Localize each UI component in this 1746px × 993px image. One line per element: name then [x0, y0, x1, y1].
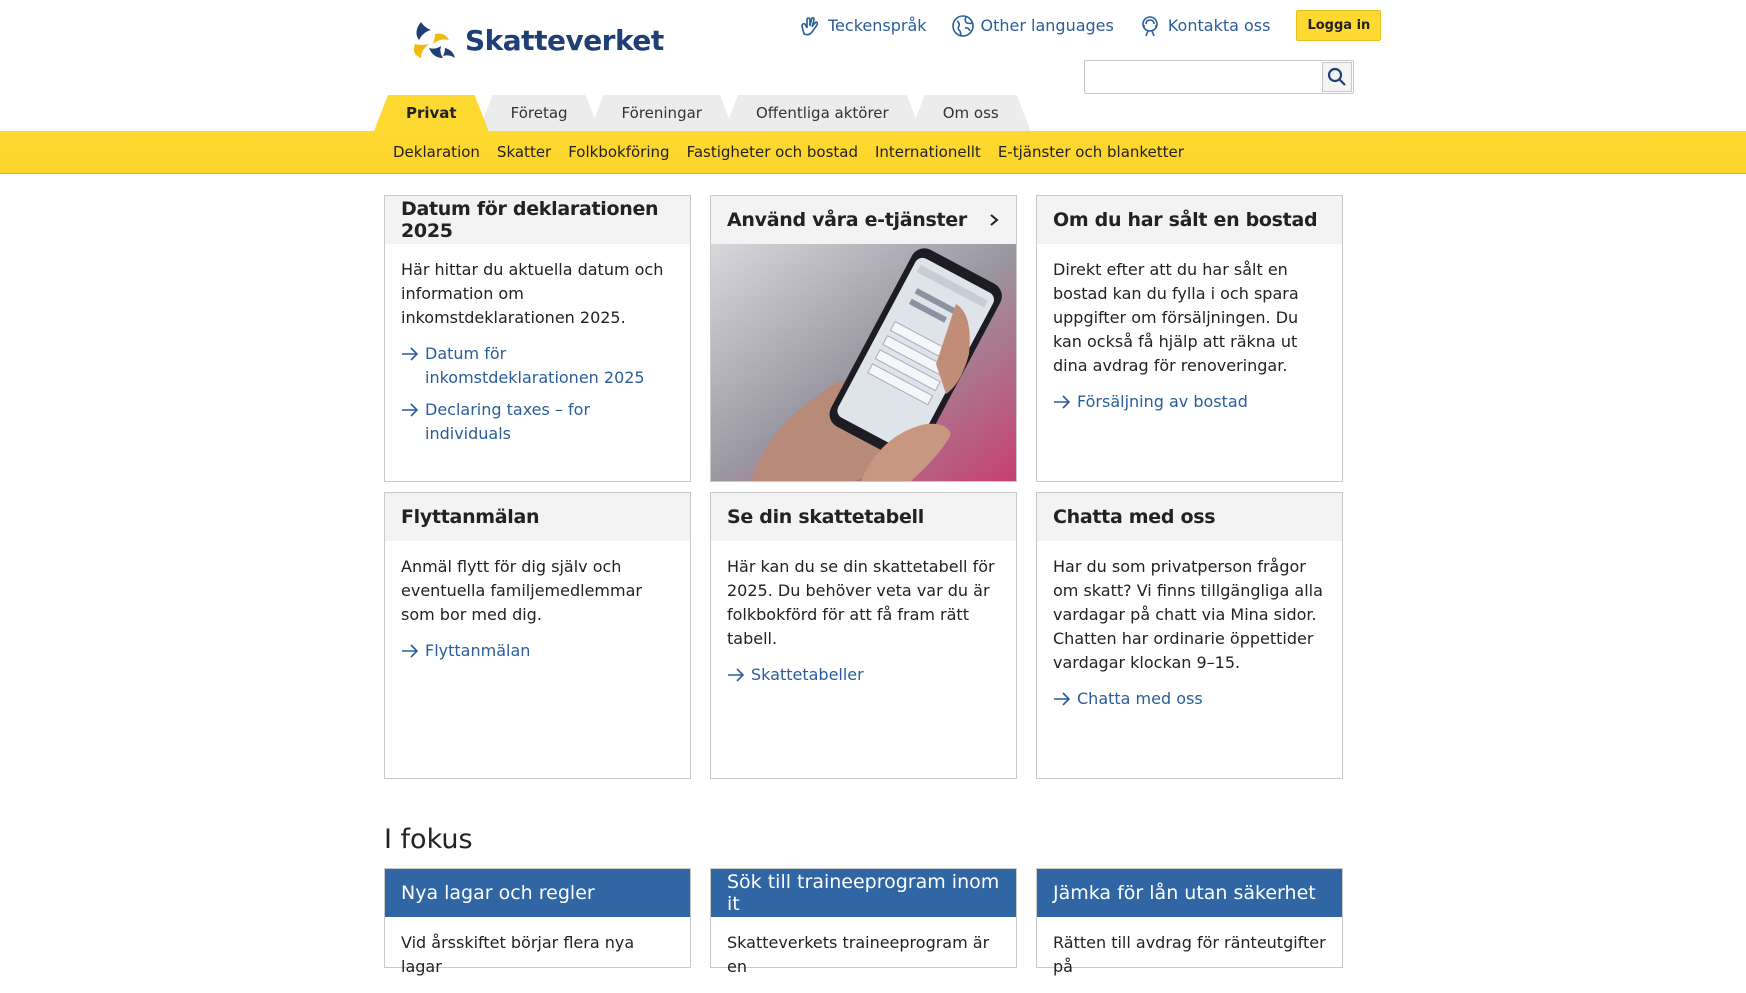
fokus-card-title: Sök till traineeprogram inom it: [727, 871, 1000, 915]
search-icon: [1327, 67, 1346, 86]
other-languages-link[interactable]: Other languages: [951, 12, 1114, 40]
card-salt-bostad: Om du har sålt en bostad Direkt efter at…: [1036, 195, 1343, 482]
card-link-label: Datum för inkomstdeklarationen 2025: [425, 344, 645, 387]
fokus-heading: I fokus: [384, 824, 473, 855]
card-chatta: Chatta med oss Har du som privatperson f…: [1036, 492, 1343, 779]
fokus-card[interactable]: Jämka för lån utan säkerhet Rätten till …: [1036, 868, 1343, 976]
fokus-card-text: Skatteverkets traineeprogram är en: [727, 933, 990, 976]
chevron-right-icon: [990, 214, 999, 226]
section-nav: Deklaration Skatter Folkbokföring Fastig…: [0, 131, 1746, 174]
sign-language-label: Teckenspråk: [828, 16, 927, 35]
card-title: Om du har sålt en bostad: [1053, 209, 1318, 231]
arrow-right-icon: [402, 403, 419, 417]
card-link-label: Chatta med oss: [1077, 689, 1203, 708]
card-skattetabell: Se din skattetabell Här kan du se din sk…: [710, 492, 1017, 779]
card-link[interactable]: Declaring taxes – for individuals: [401, 398, 674, 446]
login-button[interactable]: Logga in: [1296, 10, 1382, 41]
tab-foretag[interactable]: Företag: [479, 95, 600, 131]
card-link-label: Declaring taxes – for individuals: [425, 400, 591, 443]
support-icon: [1142, 15, 1158, 36]
logo-wordmark: Skatteverket: [465, 23, 664, 57]
subnav-item-etjanster[interactable]: E-tjänster och blanketter: [998, 143, 1184, 161]
phone-photo: [711, 244, 1016, 481]
globe-icon: [951, 14, 974, 37]
card-link[interactable]: Datum för inkomstdeklarationen 2025: [401, 342, 674, 390]
top-utility-nav: Teckenspråk Other languages Kontakta oss…: [798, 10, 1382, 41]
tab-foreningar[interactable]: Föreningar: [590, 95, 734, 131]
card-text: Anmäl flytt för dig själv och eventuella…: [401, 557, 642, 624]
card-link-label: Flyttanmälan: [425, 641, 531, 660]
fokus-card-title: Jämka för lån utan säkerhet: [1053, 882, 1316, 904]
card-text: Har du som privatperson frågor om skatt?…: [1053, 557, 1323, 672]
subnav-item-internationellt[interactable]: Internationellt: [875, 143, 981, 161]
tab-offentliga-aktorer[interactable]: Offentliga aktörer: [724, 95, 921, 131]
contact-link[interactable]: Kontakta oss: [1138, 12, 1271, 40]
subnav-item-skatter[interactable]: Skatter: [497, 143, 551, 161]
arrow-right-icon: [402, 644, 419, 658]
card-text: Här hittar du aktuella datum och informa…: [401, 260, 664, 327]
arrow-right-icon: [1054, 692, 1071, 706]
phone-illustration: [711, 244, 1016, 481]
card-title: Chatta med oss: [1053, 506, 1216, 528]
arrow-right-icon: [728, 668, 745, 682]
subnav-item-folkbokforing[interactable]: Folkbokföring: [568, 143, 669, 161]
other-languages-label: Other languages: [980, 16, 1114, 35]
sign-language-link[interactable]: Teckenspråk: [798, 12, 927, 40]
search-button[interactable]: [1322, 62, 1352, 92]
fokus-card-text: Rätten till avdrag för ränteutgifter på: [1053, 933, 1326, 976]
card-title: Använd våra e-tjänster: [727, 209, 967, 231]
tab-om-oss[interactable]: Om oss: [911, 95, 1031, 131]
card-link[interactable]: Chatta med oss: [1053, 687, 1326, 711]
card-link[interactable]: Flyttanmälan: [401, 639, 674, 663]
subnav-item-deklaration[interactable]: Deklaration: [393, 143, 480, 161]
skatteverket-logo-icon: [413, 22, 455, 58]
fokus-card[interactable]: Nya lagar och regler Vid årsskiftet börj…: [384, 868, 691, 976]
arrow-right-icon: [402, 347, 419, 361]
card-e-tjanster[interactable]: Använd våra e-tjänster: [710, 195, 1017, 482]
logo[interactable]: Skatteverket: [409, 18, 664, 62]
subnav-item-fastigheter[interactable]: Fastigheter och bostad: [687, 143, 858, 161]
card-link-label: Försäljning av bostad: [1077, 392, 1248, 411]
contact-label: Kontakta oss: [1167, 16, 1271, 35]
audience-tabs: Privat Företag Föreningar Offentliga akt…: [374, 95, 1021, 131]
card-text: Direkt efter att du har sålt en bostad k…: [1053, 260, 1299, 375]
fokus-card-text: Vid årsskiftet börjar flera nya lagar: [401, 933, 635, 976]
search-input[interactable]: [1084, 60, 1354, 94]
card-title: Flyttanmälan: [401, 506, 540, 528]
card-link-label: Skattetabeller: [751, 665, 864, 684]
card-link[interactable]: Skattetabeller: [727, 663, 1000, 687]
tab-privat[interactable]: Privat: [374, 95, 489, 131]
site-header: Skatteverket Teckenspråk Other languages…: [0, 0, 1746, 131]
fokus-card[interactable]: Sök till traineeprogram inom it Skatteve…: [710, 868, 1017, 976]
card-deklaration: Datum för deklarationen 2025 Här hittar …: [384, 195, 691, 482]
card-title: Se din skattetabell: [727, 506, 924, 528]
arrow-right-icon: [1054, 395, 1071, 409]
card-title: Datum för deklarationen 2025: [401, 198, 659, 242]
card-link[interactable]: Försäljning av bostad: [1053, 390, 1326, 414]
fokus-card-title: Nya lagar och regler: [401, 882, 595, 904]
hands-icon: [801, 16, 819, 35]
card-text: Här kan du se din skattetabell för 2025.…: [727, 557, 995, 648]
card-flyttanmalan: Flyttanmälan Anmäl flytt för dig själv o…: [384, 492, 691, 779]
